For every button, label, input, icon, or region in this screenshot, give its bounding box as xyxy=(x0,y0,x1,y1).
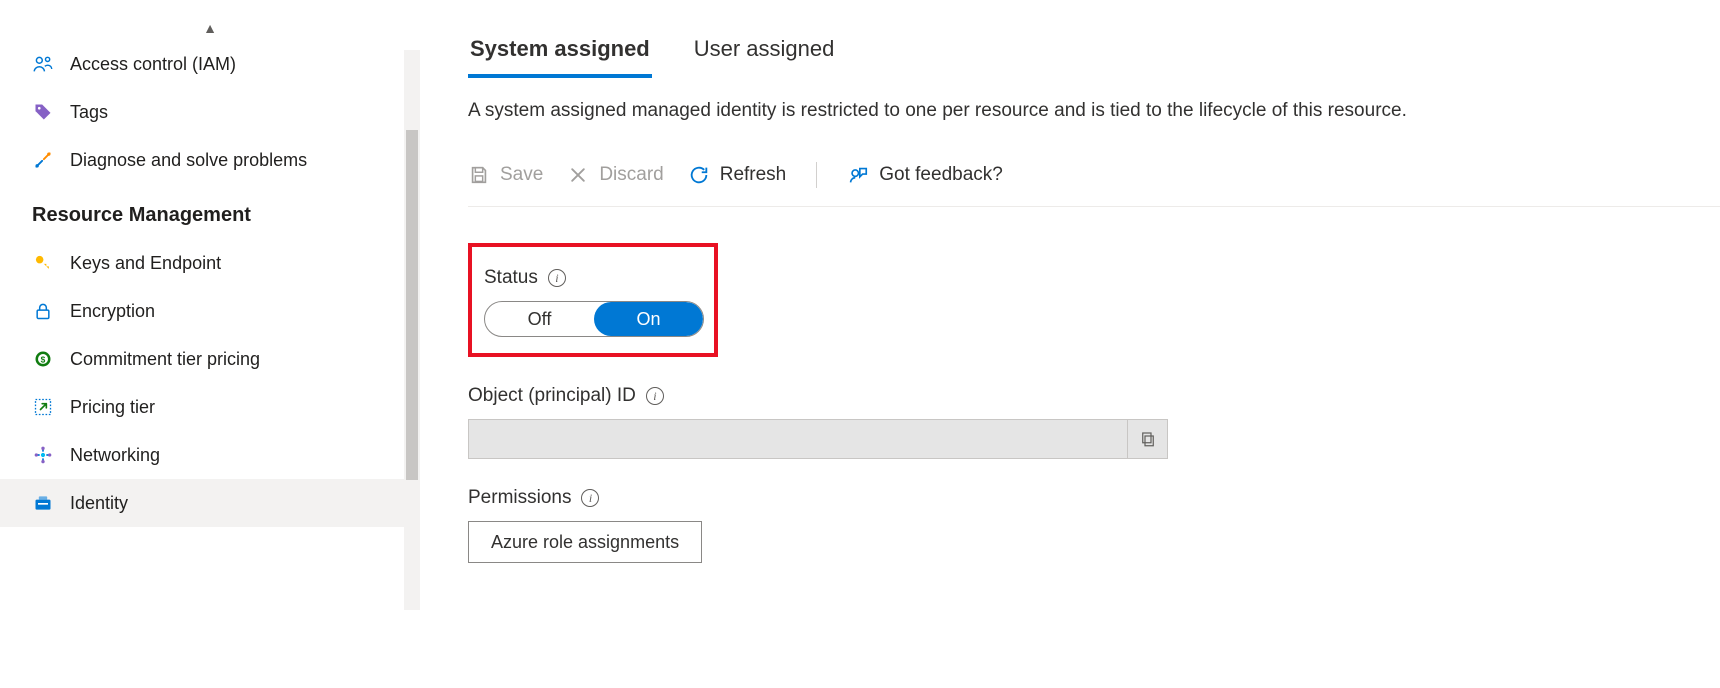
lock-icon xyxy=(32,300,54,322)
object-id-label: Object (principal) ID xyxy=(468,385,636,407)
refresh-icon xyxy=(688,164,710,186)
sidebar-item-encryption[interactable]: Encryption xyxy=(0,287,420,335)
feedback-button[interactable]: Got feedback? xyxy=(847,164,1003,186)
tag-icon xyxy=(32,101,54,123)
permissions-label: Permissions xyxy=(468,487,571,509)
object-id-field xyxy=(468,419,1168,459)
feedback-icon xyxy=(847,164,869,186)
sidebar-item-tags[interactable]: Tags xyxy=(0,88,420,136)
save-icon xyxy=(468,164,490,186)
toolbar-separator xyxy=(816,162,817,188)
wrench-icon xyxy=(32,149,54,171)
copy-icon xyxy=(1139,430,1157,448)
discard-button: Discard xyxy=(567,164,663,186)
key-icon xyxy=(32,252,54,274)
status-toggle-off[interactable]: Off xyxy=(485,302,594,336)
feedback-label: Got feedback? xyxy=(879,164,1003,186)
sidebar-item-access-control[interactable]: Access control (IAM) xyxy=(0,40,420,88)
sidebar-item-commitment-pricing[interactable]: $ Commitment tier pricing xyxy=(0,335,420,383)
status-label: Status xyxy=(484,267,538,289)
sidebar-scrollbar-thumb[interactable] xyxy=(406,130,418,480)
main-content: System assigned User assigned A system a… xyxy=(420,0,1720,688)
copy-object-id-button[interactable] xyxy=(1127,420,1167,458)
sidebar: ▲ Access control (IAM) Tags Diagnose and… xyxy=(0,0,420,688)
sidebar-item-diagnose[interactable]: Diagnose and solve problems xyxy=(0,136,420,184)
object-id-label-row: Object (principal) ID i xyxy=(468,385,1720,407)
status-label-row: Status i xyxy=(484,267,694,289)
sidebar-item-networking[interactable]: Networking xyxy=(0,431,420,479)
tab-user-assigned[interactable]: User assigned xyxy=(692,28,837,78)
sidebar-item-label: Tags xyxy=(70,102,108,123)
sidebar-item-label: Access control (IAM) xyxy=(70,54,236,75)
sidebar-scrollbar[interactable] xyxy=(404,50,420,610)
svg-text:$: $ xyxy=(41,354,46,364)
refresh-label: Refresh xyxy=(720,164,787,186)
discard-label: Discard xyxy=(599,164,663,186)
sidebar-item-label: Keys and Endpoint xyxy=(70,253,221,274)
identity-icon xyxy=(32,492,54,514)
tab-system-assigned[interactable]: System assigned xyxy=(468,28,652,78)
azure-role-assignments-button[interactable]: Azure role assignments xyxy=(468,521,702,563)
object-id-row: Object (principal) ID i xyxy=(468,385,1720,459)
discard-icon xyxy=(567,164,589,186)
permissions-row: Permissions i Azure role assignments xyxy=(468,487,1720,563)
network-icon xyxy=(32,444,54,466)
arrowbox-icon xyxy=(32,396,54,418)
sidebar-item-label: Diagnose and solve problems xyxy=(70,150,307,171)
save-button: Save xyxy=(468,164,543,186)
sidebar-item-pricing-tier[interactable]: Pricing tier xyxy=(0,383,420,431)
save-label: Save xyxy=(500,164,543,186)
sidebar-item-label: Encryption xyxy=(70,301,155,322)
identity-tabs: System assigned User assigned xyxy=(468,28,1720,78)
status-info-icon[interactable]: i xyxy=(548,269,566,287)
people-icon xyxy=(32,53,54,75)
dollar-icon: $ xyxy=(32,348,54,370)
scroll-up-icon[interactable]: ▲ xyxy=(203,20,217,36)
identity-description: A system assigned managed identity is re… xyxy=(468,100,1720,122)
permissions-label-row: Permissions i xyxy=(468,487,1720,509)
sidebar-item-keys-endpoint[interactable]: Keys and Endpoint xyxy=(0,239,420,287)
status-toggle[interactable]: Off On xyxy=(484,301,704,337)
status-toggle-on[interactable]: On xyxy=(594,302,703,336)
permissions-info-icon[interactable]: i xyxy=(581,489,599,507)
object-id-info-icon[interactable]: i xyxy=(646,387,664,405)
sidebar-item-label: Commitment tier pricing xyxy=(70,349,260,370)
toolbar: Save Discard Refresh Got feedback? xyxy=(468,162,1720,207)
sidebar-item-label: Networking xyxy=(70,445,160,466)
sidebar-section-resource-management: Resource Management xyxy=(0,184,420,239)
sidebar-item-label: Identity xyxy=(70,493,128,514)
sidebar-item-label: Pricing tier xyxy=(70,397,155,418)
sidebar-item-identity[interactable]: Identity xyxy=(0,479,420,527)
refresh-button[interactable]: Refresh xyxy=(688,164,787,186)
status-highlight: Status i Off On xyxy=(468,243,718,357)
